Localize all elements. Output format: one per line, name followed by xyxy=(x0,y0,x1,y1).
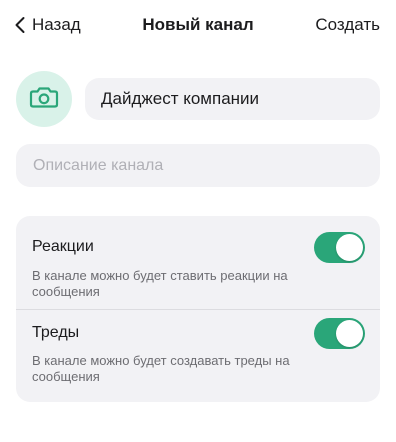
channel-settings-group: Реакции В канале можно будет ставить реа… xyxy=(16,216,380,402)
reactions-description: В канале можно будет ставить реакции на … xyxy=(32,268,288,299)
threads-label: Треды xyxy=(32,324,80,341)
reactions-toggle-knob xyxy=(336,234,363,261)
chevron-left-icon xyxy=(14,16,26,34)
channel-description-input[interactable]: Описание канала xyxy=(16,144,380,187)
settings-divider xyxy=(16,309,380,310)
back-label: Назад xyxy=(32,15,81,34)
channel-name-value: Дайджест компании xyxy=(101,89,260,108)
channel-description-placeholder: Описание канала xyxy=(33,156,164,174)
threads-description: В канале можно будет создавать треды на … xyxy=(32,353,290,384)
camera-icon xyxy=(29,85,59,114)
navigation-bar: Назад Новый канал Создать xyxy=(0,0,396,50)
channel-name-input[interactable]: Дайджест компании xyxy=(85,78,380,120)
create-button[interactable]: Создать xyxy=(315,15,380,35)
reactions-toggle[interactable] xyxy=(314,232,365,263)
threads-toggle-knob xyxy=(336,320,363,347)
threads-toggle[interactable] xyxy=(314,318,365,349)
back-button[interactable]: Назад xyxy=(14,13,81,37)
add-photo-button[interactable] xyxy=(16,71,72,127)
reactions-label: Реакции xyxy=(32,238,94,255)
